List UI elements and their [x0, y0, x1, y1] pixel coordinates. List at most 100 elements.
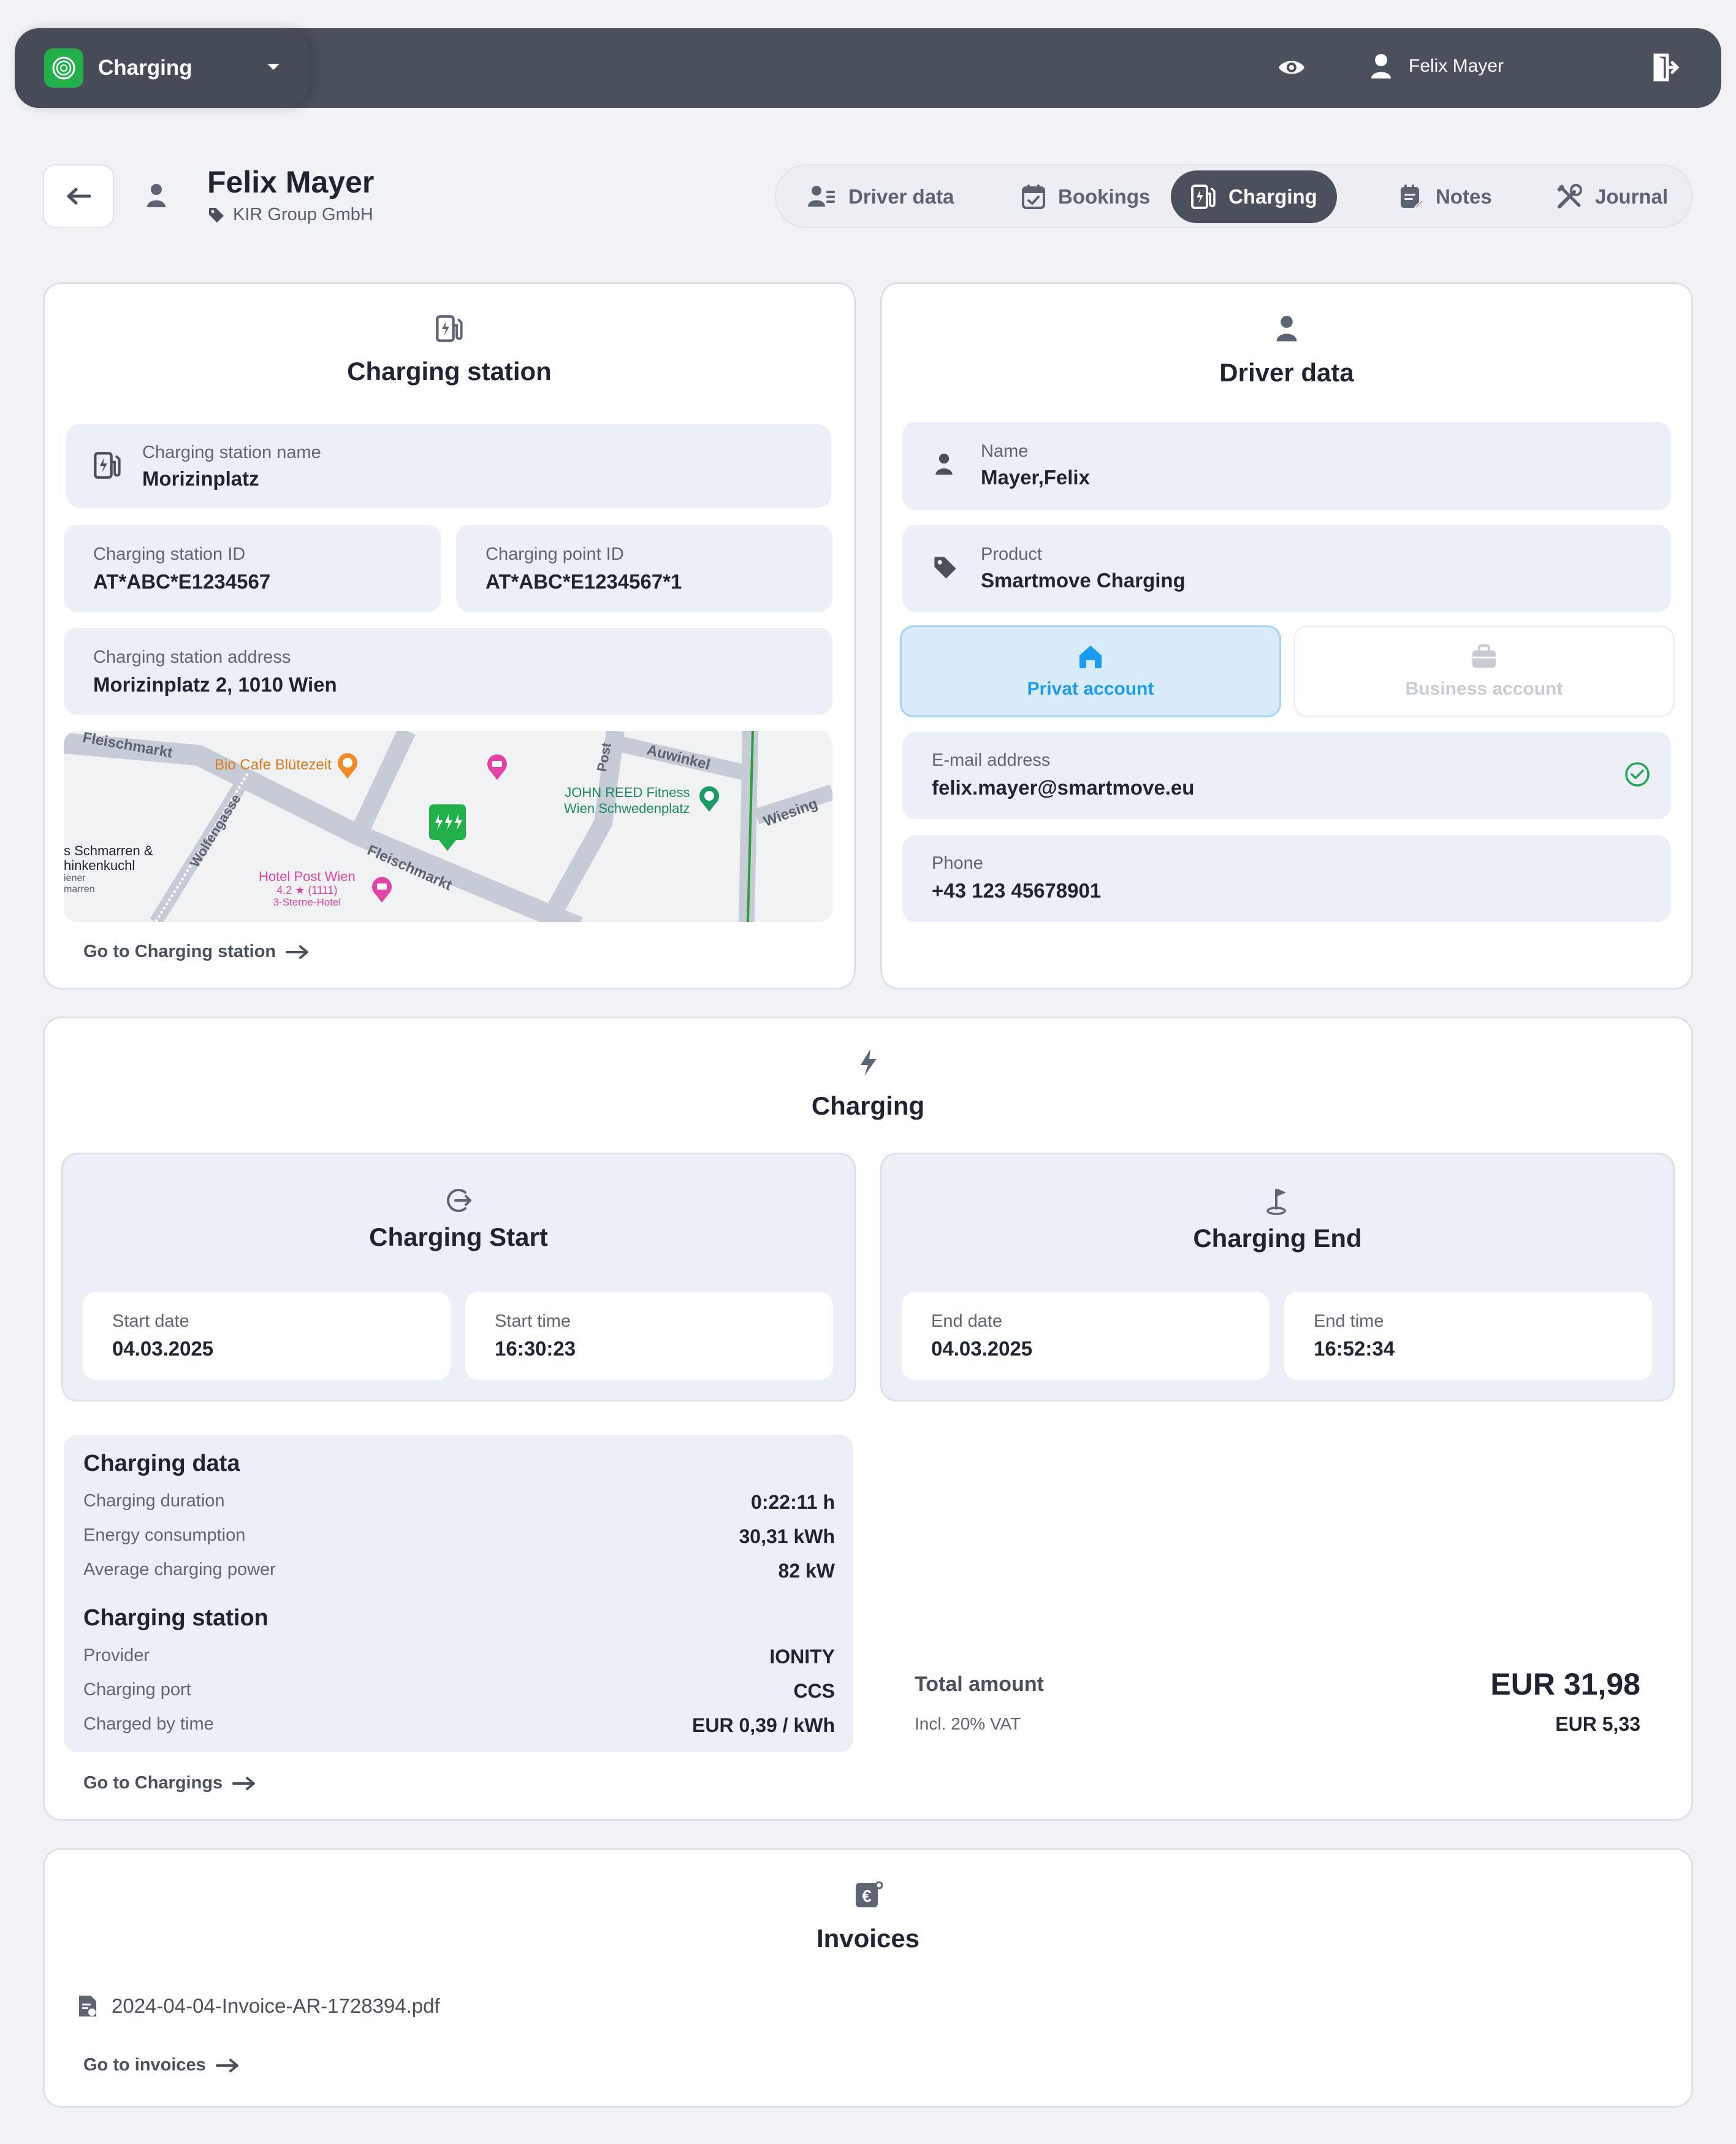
data-row: Charged by time EUR 0,39 / kWh — [83, 1714, 835, 1739]
row-key: Energy consumption — [83, 1525, 246, 1545]
svg-text:€: € — [862, 1886, 872, 1906]
app-logo-icon — [44, 48, 83, 88]
tab-label: Charging — [1228, 185, 1317, 208]
point-id-field: Charging point ID AT*ABC*E1234567*1 — [456, 525, 832, 612]
start-icon — [447, 1189, 471, 1212]
tab-journal[interactable]: Journal — [1536, 170, 1688, 223]
total-amount-label: Total amount — [915, 1673, 1044, 1696]
hotel-pin-icon — [372, 877, 392, 902]
tab-label: Journal — [1595, 185, 1669, 208]
arrow-right-icon — [286, 945, 309, 959]
card-title: Driver data — [1219, 358, 1354, 387]
tools-icon — [1557, 184, 1582, 208]
row-value: CCS — [793, 1680, 835, 1702]
verified-check-icon — [1625, 762, 1650, 787]
field-value: Mayer,Felix — [981, 466, 1090, 489]
data-row: Energy consumption 30,31 kWh — [83, 1525, 835, 1550]
tab-driver-data[interactable]: Driver data — [788, 170, 973, 223]
station-map[interactable]: Fleischmarkt Fleischmarkt Wolfengasse Au… — [64, 731, 832, 922]
row-key: Charging port — [83, 1680, 191, 1700]
back-button[interactable] — [43, 164, 114, 228]
go-to-chargings-link[interactable]: Go to Chargings — [83, 1773, 257, 1793]
row-value: 0:22:11 h — [751, 1491, 835, 1513]
hotel-pin-icon — [487, 754, 507, 780]
euro-invoice-icon: € — [856, 1881, 883, 1907]
person-icon — [147, 184, 166, 207]
card-title: Charging Start — [369, 1223, 548, 1251]
row-value: 82 kW — [778, 1560, 835, 1582]
tab-label: Bookings — [1058, 185, 1151, 208]
row-value: EUR 0,39 / kWh — [692, 1714, 835, 1736]
map-poi-label: Bio Cafe Blütezeit — [215, 757, 332, 773]
chevron-down-icon[interactable] — [266, 62, 281, 72]
field-label: Charging station ID — [93, 544, 246, 564]
user-menu[interactable]: Felix Mayer — [1371, 53, 1504, 80]
row-key: Average charging power — [83, 1560, 276, 1579]
charging-end-card: Charging End End date 04.03.2025 End tim… — [880, 1153, 1675, 1402]
account-label: Business account — [1405, 679, 1563, 699]
row-key: Provider — [83, 1646, 150, 1665]
end-time-field: End time 16:52:34 — [1284, 1292, 1652, 1380]
link-label: Go to Charging station — [83, 942, 276, 961]
section-heading: Charging data — [83, 1451, 240, 1476]
invoice-file-item[interactable]: 2024-04-04-Invoice-AR-1728394.pdf — [77, 1994, 440, 2018]
charging-start-card: Charging Start Start date 04.03.2025 Sta… — [61, 1153, 856, 1402]
total-amount-value: EUR 31,98 — [1490, 1667, 1640, 1701]
gym-pin-icon — [699, 786, 719, 812]
top-navigation-bar: Charging Felix Mayer — [15, 28, 1721, 108]
tab-label: Driver data — [848, 185, 954, 208]
field-value: Morizinplatz 2, 1010 Wien — [93, 673, 337, 696]
tag-icon — [934, 557, 956, 579]
card-title: Charging End — [1193, 1224, 1362, 1253]
vat-label: Incl. 20% VAT — [915, 1714, 1021, 1733]
link-label: Go to invoices — [83, 2055, 206, 2075]
home-icon — [1079, 646, 1102, 668]
field-value: AT*ABC*E1234567 — [93, 570, 271, 593]
field-value: 16:52:34 — [1314, 1337, 1395, 1360]
finish-flag-icon — [1266, 1189, 1286, 1215]
field-label: Phone — [932, 853, 983, 873]
field-label: Charging station address — [93, 647, 291, 667]
data-row: Charging duration 0:22:11 h — [83, 1491, 835, 1516]
field-label: Charging point ID — [485, 544, 624, 564]
driver-name-field: Name Mayer,Felix — [902, 422, 1671, 510]
account-label: Privat account — [1027, 679, 1154, 699]
charging-station-pin-icon[interactable] — [428, 803, 467, 851]
briefcase-icon — [1472, 644, 1496, 668]
row-key: Charged by time — [83, 1714, 214, 1734]
go-to-charging-station-link[interactable]: Go to Charging station — [83, 942, 310, 962]
tag-icon — [209, 207, 224, 223]
tab-label: Notes — [1436, 185, 1492, 208]
cafe-pin-icon — [338, 753, 357, 779]
field-label: Start time — [495, 1311, 571, 1331]
field-label: Charging station name — [142, 443, 321, 462]
person-icon — [935, 453, 953, 475]
card-title: Charging — [811, 1091, 925, 1120]
row-key: Charging duration — [83, 1491, 225, 1511]
start-time-field: Start time 16:30:23 — [465, 1292, 833, 1380]
charging-station-icon — [94, 452, 121, 479]
go-to-invoices-link[interactable]: Go to invoices — [83, 2055, 240, 2075]
tab-bookings[interactable]: Bookings — [1002, 170, 1170, 223]
invoice-file-name: 2024-04-04-Invoice-AR-1728394.pdf — [112, 1994, 440, 2017]
field-value: felix.mayer@smartmove.eu — [932, 776, 1195, 799]
station-address-field: Charging station address Morizinplatz 2,… — [64, 628, 832, 715]
tab-charging[interactable]: Charging — [1171, 170, 1337, 223]
field-label: End time — [1314, 1311, 1384, 1331]
invoices-card: € Invoices — [43, 1848, 1693, 2108]
company-name: KIR Group GmbH — [233, 205, 373, 224]
private-account-toggle[interactable]: Privat account — [900, 625, 1281, 717]
user-name: Felix Mayer — [1409, 56, 1504, 76]
app-switcher[interactable]: Charging — [15, 28, 309, 108]
eye-icon[interactable] — [1277, 55, 1306, 80]
company-label: KIR Group GmbH — [207, 205, 373, 225]
charging-data-panel: Charging data Charging duration 0:22:11 … — [64, 1435, 853, 1752]
card-title: Invoices — [816, 1924, 920, 1953]
field-value: 04.03.2025 — [931, 1337, 1033, 1360]
notes-icon — [1401, 185, 1423, 210]
business-account-toggle[interactable]: Business account — [1293, 625, 1675, 717]
field-value: +43 123 45678901 — [932, 879, 1102, 902]
tab-notes[interactable]: Notes — [1379, 170, 1512, 223]
field-label: End date — [931, 1311, 1003, 1331]
logout-icon[interactable] — [1653, 53, 1680, 82]
